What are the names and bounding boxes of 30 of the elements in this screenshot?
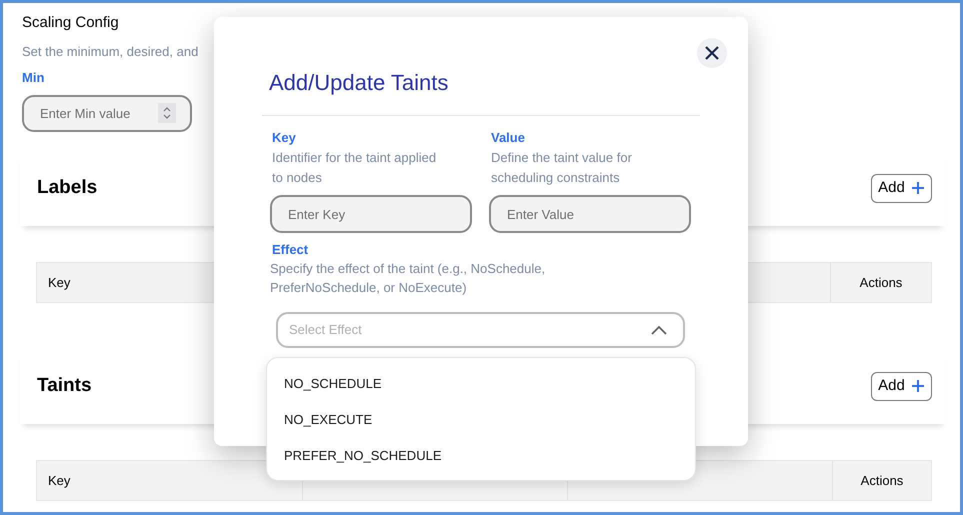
field-description: Define the taint value for scheduling constraints bbox=[490, 149, 633, 187]
section-heading: Taints bbox=[37, 374, 92, 398]
field-label: Min bbox=[22, 70, 44, 86]
text-input[interactable]: Enter Value bbox=[489, 195, 691, 233]
add-button[interactable]: Add bbox=[871, 174, 932, 202]
close-icon bbox=[705, 46, 719, 60]
section-heading: Labels bbox=[37, 176, 98, 200]
column-header: Actions bbox=[860, 472, 904, 490]
add-button[interactable]: Add bbox=[871, 372, 932, 400]
modal-title: Add/Update Taints bbox=[268, 69, 450, 97]
close-button[interactable] bbox=[697, 38, 727, 68]
field-description: Specify the effect of the taint (e.g., NoSchedule, PreferNoSchedule, or NoExecute) bbox=[270, 260, 546, 297]
plus-icon bbox=[910, 181, 925, 195]
section-description: Set the minimum, desired, and bbox=[22, 43, 198, 61]
dropdown-option[interactable]: PREFER_NO_SCHEDULE bbox=[267, 438, 695, 474]
dropdown-option[interactable]: NO_EXECUTE bbox=[267, 402, 695, 438]
field-label: Effect bbox=[272, 242, 308, 258]
field-label: Value bbox=[490, 130, 526, 146]
column-header: Key bbox=[48, 472, 70, 490]
column-header: Actions bbox=[860, 274, 902, 292]
field-description: Identifier for the taint applied to nodes bbox=[271, 149, 438, 187]
column-header: Key bbox=[48, 274, 70, 292]
number-input[interactable]: Enter Min value bbox=[22, 95, 192, 132]
chevron-up-icon bbox=[651, 326, 667, 334]
text-input[interactable]: Enter Key bbox=[270, 195, 472, 233]
plus-icon bbox=[910, 379, 925, 393]
field-label: Key bbox=[271, 130, 297, 146]
dropdown-option[interactable]: NO_SCHEDULE bbox=[267, 366, 695, 402]
spinner-icon[interactable] bbox=[158, 103, 176, 123]
section-title: Scaling Config bbox=[22, 13, 119, 33]
